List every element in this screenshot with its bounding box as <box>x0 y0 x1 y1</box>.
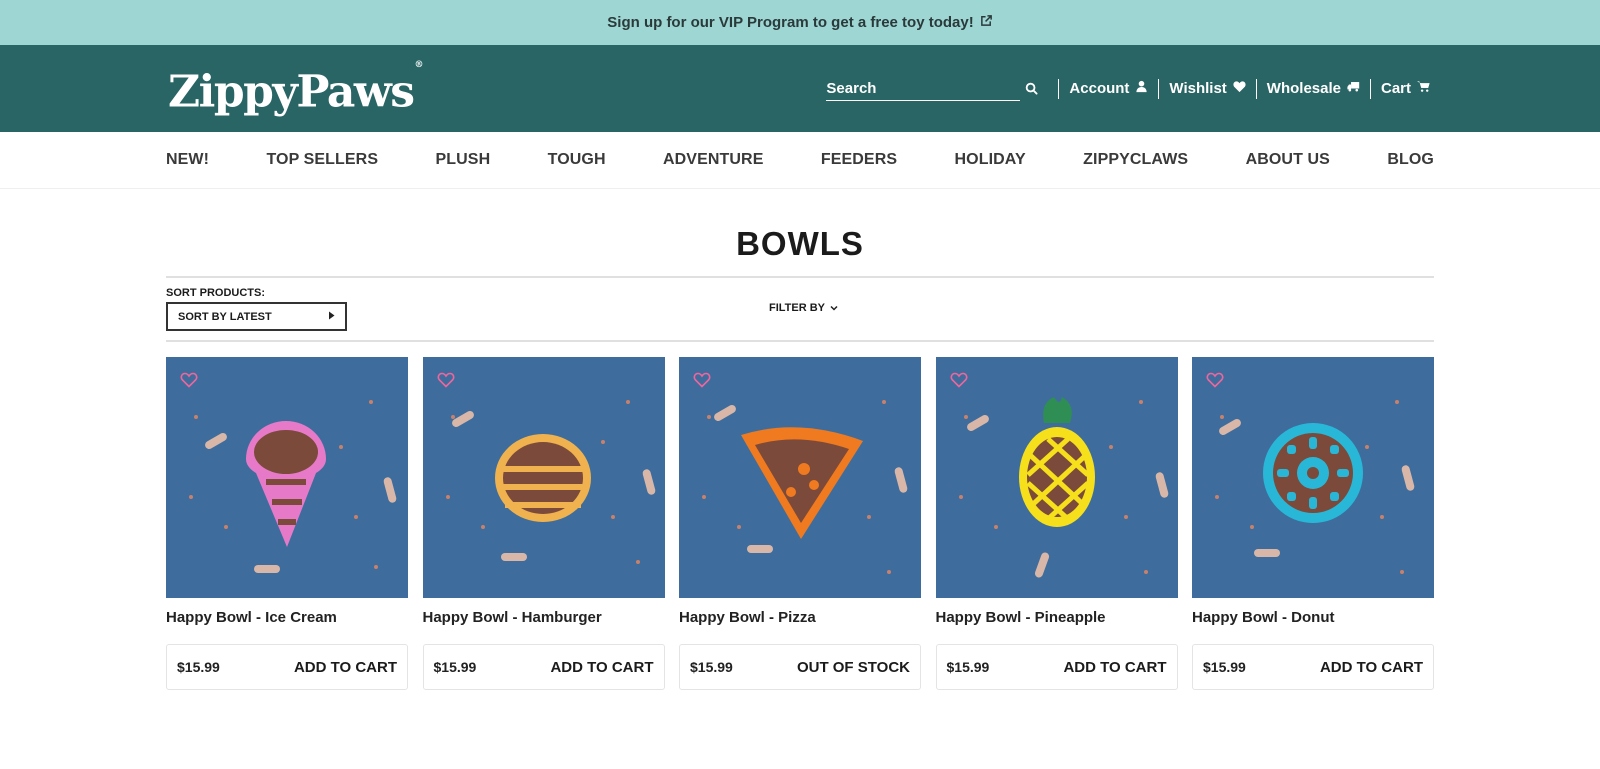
brand-logo[interactable]: ZippyPaws® <box>168 60 424 119</box>
sort-label: SORT PRODUCTS: <box>166 287 265 299</box>
header-divider <box>1058 78 1060 99</box>
product-price: $15.99 <box>1203 659 1246 675</box>
search-form <box>826 76 1038 101</box>
wishlist-heart-icon[interactable] <box>950 372 968 388</box>
product-name[interactable]: Happy Bowl - Ice Cream <box>166 608 408 628</box>
product-image[interactable] <box>679 357 921 598</box>
product-grid: Happy Bowl - Ice Cream $15.99 ADD TO CAR… <box>166 357 1434 690</box>
wishlist-heart-icon[interactable] <box>693 372 711 388</box>
product-card: Happy Bowl - Ice Cream $15.99 ADD TO CAR… <box>166 357 408 690</box>
account-label: Account <box>1069 80 1130 97</box>
wishlist-label: Wishlist <box>1169 80 1227 97</box>
product-card: Happy Bowl - Pineapple $15.99 ADD TO CAR… <box>935 357 1178 690</box>
nav-item-tough[interactable]: TOUGH <box>548 151 606 169</box>
pineapple-bowl-image <box>935 357 1178 598</box>
logo-registered-mark: ® <box>414 60 424 70</box>
wishlist-heart-icon[interactable] <box>437 372 455 388</box>
product-price: $15.99 <box>433 659 477 675</box>
add-to-cart-button[interactable]: ADD TO CART <box>550 659 653 676</box>
pizza-bowl-image <box>679 357 921 598</box>
donut-bowl-image <box>1192 357 1434 598</box>
nav-item-zippyclaws[interactable]: ZIPPYCLAWS <box>1083 151 1188 169</box>
chevron-down-icon <box>830 302 838 314</box>
filter-label: FILTER BY <box>769 302 826 314</box>
product-image[interactable] <box>935 357 1178 598</box>
product-name[interactable]: Happy Bowl - Pineapple <box>936 608 1178 628</box>
main-navigation: NEW! TOP SELLERS PLUSH TOUGH ADVENTURE F… <box>0 132 1600 189</box>
wishlist-heart-icon[interactable] <box>180 372 198 388</box>
header-utility-nav: Account Wishlist Wholesale Cart <box>826 45 1430 132</box>
logo-text: ZippyPaws <box>168 66 415 118</box>
nav-item-about-us[interactable]: ABOUT US <box>1246 151 1330 169</box>
divider <box>166 340 1434 342</box>
cart-link[interactable]: Cart <box>1381 80 1430 97</box>
add-to-cart-button[interactable]: ADD TO CART <box>1063 659 1166 676</box>
product-purchase-bar: $15.99 ADD TO CART <box>422 644 665 690</box>
caret-right-icon <box>328 311 335 323</box>
product-purchase-bar: $15.99 ADD TO CART <box>935 644 1178 690</box>
wholesale-label: Wholesale <box>1266 80 1341 97</box>
wishlist-heart-icon[interactable] <box>1206 372 1224 388</box>
add-to-cart-button[interactable]: ADD TO CART <box>294 659 397 676</box>
product-image[interactable] <box>166 357 408 598</box>
hamburger-bowl-image <box>422 357 665 598</box>
nav-item-blog[interactable]: BLOG <box>1387 151 1434 169</box>
page-title: BOWLS <box>736 225 864 262</box>
site-header: ZippyPaws® Account Wishlist Wholesale Ca… <box>0 45 1600 132</box>
product-price: $15.99 <box>946 659 990 675</box>
product-name[interactable]: Happy Bowl - Pizza <box>679 608 921 628</box>
heart-icon <box>1233 80 1246 97</box>
account-link[interactable]: Account <box>1069 80 1148 97</box>
promo-banner[interactable]: Sign up for our VIP Program to get a fre… <box>0 0 1600 45</box>
header-divider <box>1369 78 1371 99</box>
product-controls: SORT PRODUCTS: SORT BY LATEST FILTER BY <box>166 278 1434 340</box>
nav-item-holiday[interactable]: HOLIDAY <box>955 151 1026 169</box>
sort-value: SORT BY LATEST <box>178 310 272 323</box>
product-card: Happy Bowl - Hamburger $15.99 ADD TO CAR… <box>422 357 665 690</box>
header-divider <box>1255 78 1257 99</box>
add-to-cart-button[interactable]: ADD TO CART <box>1320 659 1423 676</box>
product-name[interactable]: Happy Bowl - Donut <box>1192 608 1434 628</box>
nav-item-adventure[interactable]: ADVENTURE <box>663 151 763 169</box>
wholesale-link[interactable]: Wholesale <box>1267 80 1360 97</box>
product-card: Happy Bowl - Pizza $15.99 OUT OF STOCK <box>679 357 921 690</box>
truck-icon <box>1347 80 1360 97</box>
product-price: $15.99 <box>177 659 220 675</box>
product-name[interactable]: Happy Bowl - Hamburger <box>423 608 665 628</box>
product-image[interactable] <box>422 357 665 598</box>
promo-text[interactable]: Sign up for our VIP Program to get a fre… <box>607 14 973 31</box>
product-price: $15.99 <box>690 659 733 675</box>
external-link-icon <box>980 14 993 31</box>
cart-label: Cart <box>1380 80 1411 97</box>
nav-item-feeders[interactable]: FEEDERS <box>821 151 897 169</box>
out-of-stock-button[interactable]: OUT OF STOCK <box>797 659 910 676</box>
sort-dropdown[interactable]: SORT BY LATEST <box>166 302 347 331</box>
header-divider <box>1158 78 1160 99</box>
nav-item-new[interactable]: NEW! <box>166 151 209 169</box>
product-purchase-bar: $15.99 ADD TO CART <box>166 644 408 690</box>
wishlist-link[interactable]: Wishlist <box>1169 80 1246 97</box>
search-icon[interactable] <box>1025 82 1038 95</box>
product-image[interactable] <box>1192 357 1434 598</box>
product-purchase-bar: $15.99 OUT OF STOCK <box>679 644 921 690</box>
product-card: Happy Bowl - Donut $15.99 ADD TO CART <box>1192 357 1434 690</box>
product-purchase-bar: $15.99 ADD TO CART <box>1192 644 1434 690</box>
user-icon <box>1135 80 1148 97</box>
filter-toggle[interactable]: FILTER BY <box>769 302 838 314</box>
search-input[interactable] <box>826 76 1021 101</box>
nav-item-plush[interactable]: PLUSH <box>436 151 491 169</box>
ice-cream-bowl-image <box>166 357 408 598</box>
nav-item-top-sellers[interactable]: TOP SELLERS <box>266 151 378 169</box>
cart-icon <box>1417 80 1430 97</box>
